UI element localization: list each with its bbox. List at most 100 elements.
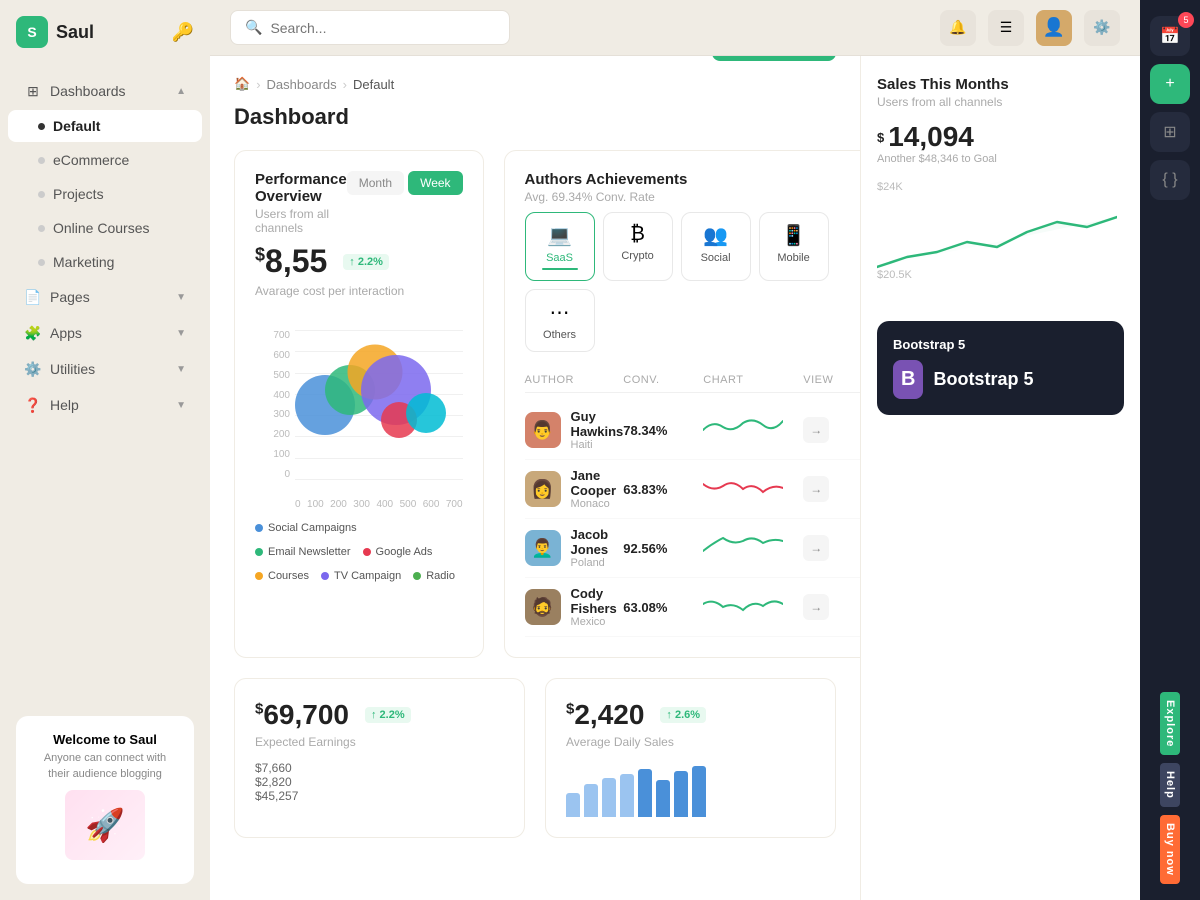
authors-table-header: AUTHOR CONV. CHART VIEW	[525, 368, 860, 393]
earnings-label: Expected Earnings	[255, 735, 504, 749]
category-tabs: 💻 SaaS ₿ Crypto 👥 Social	[525, 212, 860, 352]
notifications-icon-btn[interactable]: 🔔	[940, 10, 976, 46]
sidebar-item-online-courses[interactable]: Online Courses	[8, 212, 202, 244]
settings-icon-btn[interactable]: ⚙️	[1084, 10, 1120, 46]
view-author-button[interactable]: →	[803, 476, 829, 502]
help-label[interactable]: Help	[1160, 763, 1180, 807]
sidebar-label-pages: Pages	[50, 289, 168, 305]
sidebar-item-dashboards[interactable]: ⊞ Dashboards ▲	[8, 74, 202, 108]
bar	[620, 774, 634, 817]
explore-label[interactable]: Explore	[1160, 692, 1180, 755]
author-avatar: 🧔	[525, 589, 561, 625]
sidebar-item-pages[interactable]: 📄 Pages ▼	[8, 280, 202, 314]
sidebar-item-ecommerce[interactable]: eCommerce	[8, 144, 202, 176]
calendar-icon-btn[interactable]: 📅 5	[1150, 16, 1190, 56]
author-info: 👩 Jane Cooper Monaco	[525, 468, 624, 510]
right-panel: 📅 5 + ⊞ { } Explore Help Buy now	[1140, 0, 1200, 900]
authors-card: Authors Achievements Avg. 69.34% Conv. R…	[504, 150, 860, 658]
mobile-icon: 📱	[781, 223, 806, 248]
astronaut-illustration: 🚀	[65, 790, 145, 860]
pages-icon: 📄	[24, 288, 42, 306]
cat-tab-others[interactable]: ⋯ Others	[525, 289, 595, 352]
cat-tab-social[interactable]: 👥 Social	[681, 212, 751, 281]
code-icon-btn[interactable]: { }	[1150, 160, 1190, 200]
dashboard-main: 🏠 › Dashboards › Default Dashboard Creat…	[210, 56, 860, 900]
legend-item: Email Newsletter	[255, 546, 351, 558]
legend-item: TV Campaign	[321, 570, 401, 582]
table-row: 👨 Guy Hawkins Haiti 78.34% →	[525, 401, 860, 460]
search-box[interactable]: 🔍	[230, 10, 510, 45]
sparkline-svg	[703, 533, 783, 563]
earnings-breakdown: $7,660 $2,820 $45,257	[255, 761, 504, 803]
view-author-button[interactable]: →	[803, 417, 829, 443]
user-avatar[interactable]: 👤	[1036, 10, 1072, 46]
pages-arrow: ▼	[176, 292, 186, 303]
help-icon: ❓	[24, 396, 42, 414]
bar	[692, 766, 706, 817]
tab-week[interactable]: Week	[408, 171, 462, 195]
cat-tab-saas[interactable]: 💻 SaaS	[525, 212, 595, 281]
dashboards-icon: ⊞	[24, 82, 42, 100]
table-row: 👩 Jane Cooper Monaco 63.83% →	[525, 460, 860, 519]
sidebar-label-ecommerce: eCommerce	[53, 152, 186, 168]
table-row: 🧔 Cody Fishers Mexico 63.08% →	[525, 578, 860, 637]
conv-rate: 78.34%	[623, 423, 703, 438]
create-project-button[interactable]: Create Project	[712, 56, 836, 61]
stats-row: $69,700 ↑ 2.2% Expected Earnings $7,660 …	[234, 678, 836, 838]
mini-chart	[703, 592, 803, 622]
dashboard-icon-btn[interactable]: ⊞	[1150, 112, 1190, 152]
sidebar-item-apps[interactable]: 🧩 Apps ▼	[8, 316, 202, 350]
menu-icon-btn[interactable]: ☰	[988, 10, 1024, 46]
projects-dot	[38, 191, 45, 198]
breadcrumb-dashboards[interactable]: Dashboards	[267, 77, 337, 92]
right-panel-labels: Explore Help Buy now	[1160, 692, 1180, 884]
sidebar: S Saul 🔑 ⊞ Dashboards ▲ Default eCommerc…	[0, 0, 210, 900]
sidebar-item-help[interactable]: ❓ Help ▼	[8, 388, 202, 422]
authors-table: 👨 Guy Hawkins Haiti 78.34% → 👩 Jane Coop…	[525, 401, 860, 637]
metric-value: $8,55	[255, 243, 327, 280]
chart-y-labels: 700 600 500 400 300 200 100 0	[255, 330, 290, 480]
view-author-button[interactable]: →	[803, 535, 829, 561]
sales-subtitle: Users from all channels	[877, 95, 1124, 109]
sidebar-label-dashboards: Dashboards	[50, 83, 168, 99]
sidebar-item-utilities[interactable]: ⚙️ Utilities ▼	[8, 352, 202, 386]
metric-currency: $	[255, 244, 265, 264]
legend-item: Google Ads	[363, 546, 433, 558]
cat-tab-mobile[interactable]: 📱 Mobile	[759, 212, 829, 281]
sidebar-label-online-courses: Online Courses	[53, 220, 186, 236]
legend-dot	[413, 572, 421, 580]
add-icon-btn[interactable]: +	[1150, 64, 1190, 104]
tab-month[interactable]: Month	[347, 171, 404, 195]
performance-tabs: Month Week	[347, 171, 463, 195]
earnings-badge: ↑ 2.2%	[365, 707, 411, 723]
author-country: Monaco	[571, 498, 624, 510]
saas-icon: 💻	[547, 223, 572, 248]
others-icon: ⋯	[550, 300, 570, 325]
apps-icon: 🧩	[24, 324, 42, 342]
bar	[674, 771, 688, 817]
authors-title: Authors Achievements	[525, 171, 688, 188]
sidebar-item-marketing[interactable]: Marketing	[8, 246, 202, 278]
legend-dot	[321, 572, 329, 580]
view-author-button[interactable]: →	[803, 594, 829, 620]
sidebar-bottom: Welcome to Saul Anyone can connect with …	[0, 700, 210, 900]
search-input[interactable]	[270, 20, 495, 36]
legend-item: Courses	[255, 570, 309, 582]
sidebar-item-default[interactable]: Default	[8, 110, 202, 142]
cat-tab-crypto[interactable]: ₿ Crypto	[603, 212, 673, 281]
active-line	[542, 268, 578, 270]
marketing-dot	[38, 259, 45, 266]
breadcrumb: 🏠 › Dashboards › Default	[234, 76, 394, 92]
sidebar-item-projects[interactable]: Projects	[8, 178, 202, 210]
author-info: 👨‍🦱 Jacob Jones Poland	[525, 527, 624, 569]
utilities-icon: ⚙️	[24, 360, 42, 378]
welcome-description: Anyone can connect with their audience b…	[32, 751, 178, 782]
buy-label[interactable]: Buy now	[1160, 815, 1180, 884]
main-area: 🔍 🔔 ☰ 👤 ⚙️ 🏠 › Dashboards › Default	[210, 0, 1140, 900]
sidebar-label-default: Default	[53, 118, 186, 134]
topbar: 🔍 🔔 ☰ 👤 ⚙️	[210, 0, 1140, 56]
sales-goal-label: Another $48,346 to Goal	[877, 153, 1124, 165]
dashboard-grid: Performance Overview Users from all chan…	[234, 150, 836, 658]
mini-chart	[703, 474, 803, 504]
sidebar-label-marketing: Marketing	[53, 254, 186, 270]
